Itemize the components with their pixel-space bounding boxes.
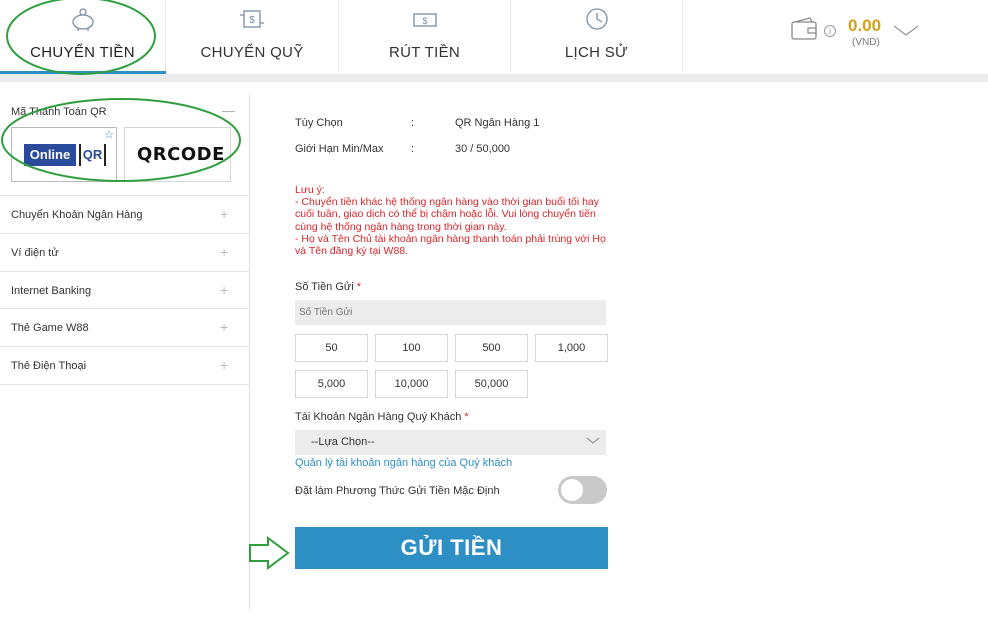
plus-icon: + bbox=[220, 206, 229, 222]
option-label: Tùy Chọn bbox=[295, 117, 343, 129]
money-transfer-icon: $ bbox=[240, 10, 264, 28]
bank-account-select[interactable]: --Lựa Chọn-- bbox=[295, 430, 606, 455]
required-mark: * bbox=[356, 281, 362, 293]
wallet-icon[interactable] bbox=[790, 16, 820, 42]
toggle-knob bbox=[561, 479, 583, 501]
chevron-down-icon[interactable] bbox=[893, 24, 919, 38]
wallet-balance: 0.00 bbox=[848, 16, 882, 35]
tab-rut-tien[interactable]: $ RÚT TIỀN bbox=[339, 0, 511, 72]
manage-bank-account-link[interactable]: Quản lý tài khoản ngân hàng của Quý khác… bbox=[295, 457, 512, 469]
amount-chip[interactable]: 100 bbox=[375, 334, 448, 362]
tab-label: RÚT TIỀN bbox=[388, 44, 461, 61]
sidebar-item-label: Thẻ Điện Thoại bbox=[11, 360, 87, 372]
chevron-down-icon bbox=[586, 437, 600, 444]
sidebar-item-bank-transfer[interactable]: Chuyển Khoản Ngân Hàng + bbox=[0, 195, 249, 233]
qrcode-card[interactable]: QRCODE bbox=[124, 127, 231, 182]
limit-label: Giới Hạn Min/Max bbox=[295, 143, 384, 155]
qr-word: QR bbox=[79, 144, 106, 166]
tab-label: CHUYỂN TIỀN bbox=[30, 44, 135, 61]
default-method-toggle[interactable] bbox=[558, 476, 607, 504]
tab-label: LỊCH SỬ bbox=[564, 44, 629, 61]
default-method-label: Đặt làm Phương Thức Gửi Tiền Mặc Định bbox=[295, 485, 500, 497]
online-word: Online bbox=[24, 144, 76, 166]
amount-chip[interactable]: 50,000 bbox=[455, 370, 528, 398]
account-label-text: Tài Khoản Ngân Hàng Quý Khách bbox=[295, 411, 462, 423]
amount-chip[interactable]: 10,000 bbox=[375, 370, 448, 398]
tab-chuyen-tien[interactable]: CHUYỂN TIỀN bbox=[0, 0, 166, 72]
sidebar-item-game-card[interactable]: Thẻ Game W88 + bbox=[0, 308, 249, 346]
notice-text: Lưu ý: - Chuyển tiền khác hệ thống ngân … bbox=[295, 184, 610, 257]
amount-chip[interactable]: 50 bbox=[295, 334, 368, 362]
notice-body: Lưu ý: - Chuyển tiền khác hệ thống ngân … bbox=[295, 184, 606, 258]
wallet-currency: (VND) bbox=[852, 37, 880, 48]
deposit-form: Tùy Chọn : QR Ngân Hàng 1 Giới Hạn Min/M… bbox=[250, 95, 988, 617]
plus-icon: + bbox=[220, 282, 229, 298]
sidebar-divider bbox=[0, 384, 249, 385]
payment-method-sidebar: Mã Thanh Toán QR — Online QR ☆ QRCODE Ch… bbox=[0, 95, 250, 610]
online-qr-logo: Online QR bbox=[24, 144, 108, 166]
sidebar-item-internet-banking[interactable]: Internet Banking + bbox=[0, 271, 249, 309]
limit-value: 30 / 50,000 bbox=[455, 143, 511, 155]
qr-section-title: Mã Thanh Toán QR bbox=[11, 106, 107, 118]
sidebar-item-label: Ví điện tử bbox=[11, 247, 59, 259]
topbar-divider bbox=[0, 74, 988, 82]
tab-lich-su[interactable]: LỊCH SỬ bbox=[511, 0, 683, 72]
svg-text:$: $ bbox=[422, 16, 427, 26]
option-value: QR Ngân Hàng 1 bbox=[455, 117, 540, 129]
submit-deposit-button[interactable]: GỬI TIỀN bbox=[295, 527, 608, 569]
cash-withdraw-icon: $ bbox=[412, 13, 437, 27]
select-value: --Lựa Chọn-- bbox=[311, 436, 375, 448]
svg-text:$: $ bbox=[249, 15, 255, 26]
star-icon: ☆ bbox=[104, 129, 114, 141]
collapse-icon[interactable]: — bbox=[222, 103, 235, 118]
sidebar-item-label: Thẻ Game W88 bbox=[11, 322, 89, 334]
plus-icon: + bbox=[220, 319, 229, 335]
info-icon[interactable]: i bbox=[824, 25, 836, 37]
amount-input[interactable] bbox=[295, 300, 606, 325]
tab-label: CHUYỂN QUỸ bbox=[200, 44, 304, 61]
colon: : bbox=[411, 143, 415, 155]
sidebar-item-label: Chuyển Khoản Ngân Hàng bbox=[11, 209, 143, 221]
amount-chip[interactable]: 1,000 bbox=[535, 334, 608, 362]
top-navigation: CHUYỂN TIỀN $ CHUYỂN QUỸ $ RÚT TIỀN LỊCH… bbox=[0, 0, 988, 75]
plus-icon: + bbox=[220, 244, 229, 260]
tab-chuyen-quy[interactable]: $ CHUYỂN QUỸ bbox=[166, 0, 339, 72]
required-mark: * bbox=[464, 411, 469, 423]
plus-icon: + bbox=[220, 357, 229, 373]
amount-chip[interactable]: 500 bbox=[455, 334, 528, 362]
account-label: Tài Khoản Ngân Hàng Quý Khách * bbox=[295, 411, 469, 423]
amount-label-text: Số Tiền Gửi bbox=[295, 281, 354, 293]
amount-chip[interactable]: 5,000 bbox=[295, 370, 368, 398]
history-clock-icon bbox=[585, 8, 608, 30]
online-qr-card[interactable]: Online QR ☆ bbox=[11, 127, 117, 182]
colon: : bbox=[411, 117, 415, 129]
sidebar-item-label: Internet Banking bbox=[11, 285, 92, 297]
qrcode-logo: QRCODE bbox=[137, 144, 225, 165]
sidebar-item-phone-card[interactable]: Thẻ Điện Thoại + bbox=[0, 346, 249, 384]
piggy-bank-icon bbox=[71, 8, 94, 31]
amount-label: Số Tiền Gửi * bbox=[295, 281, 361, 293]
sidebar-item-e-wallet[interactable]: Ví điện tử + bbox=[0, 233, 249, 271]
